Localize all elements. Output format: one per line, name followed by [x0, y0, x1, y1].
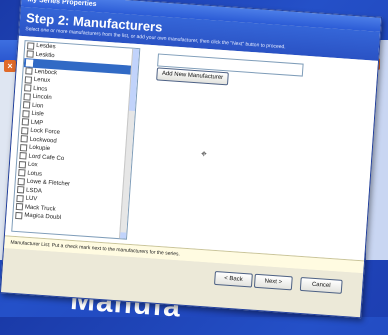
wizard-body: Lesdes Lesktlo Lenbock Lenux Lincs Lincoln Lio…	[4, 35, 379, 261]
checkbox[interactable]	[24, 75, 33, 84]
list-item-label: LUV	[25, 195, 38, 203]
manufacturer-list[interactable]: Lesdes Lesktlo Lenbock Lenux Lincs Lincoln Lio…	[11, 40, 141, 240]
back-button[interactable]: < Back	[213, 270, 253, 288]
checkbox[interactable]	[26, 50, 34, 59]
checkbox[interactable]	[22, 101, 31, 109]
checkbox[interactable]	[15, 211, 23, 220]
checkbox[interactable]	[16, 194, 24, 203]
checkbox[interactable]	[22, 109, 30, 118]
checkbox[interactable]	[25, 67, 33, 75]
list-item-label: Lokupie	[28, 144, 51, 153]
cancel-button[interactable]: Cancel	[299, 276, 343, 294]
mouse-cursor-icon: ⌖	[200, 148, 208, 161]
list-item-label: LMP	[30, 119, 44, 127]
list-item-label: Lincoln	[32, 94, 52, 102]
list-item-label: Lesdes	[36, 43, 56, 51]
checkbox[interactable]	[15, 203, 24, 211]
checkbox[interactable]	[17, 177, 25, 186]
checkbox[interactable]	[18, 169, 26, 177]
list-item-label: Lotus	[27, 170, 43, 178]
checkbox[interactable]	[24, 84, 32, 92]
checkbox[interactable]	[23, 92, 31, 101]
checkbox[interactable]	[16, 186, 25, 194]
list-item-label: Lox	[27, 161, 38, 169]
close-icon[interactable]: ×	[4, 60, 16, 72]
checkbox[interactable]	[21, 118, 30, 126]
scroll-thumb[interactable]	[128, 50, 140, 111]
checkbox[interactable]	[21, 126, 29, 135]
list-item-label: Lenbock	[34, 68, 58, 77]
scroll-down-icon[interactable]	[120, 232, 127, 239]
next-button[interactable]: Next >	[253, 273, 293, 291]
list-item-label: Lion	[31, 102, 44, 110]
checkbox[interactable]	[20, 135, 28, 143]
checkbox[interactable]	[19, 143, 28, 152]
list-item-label: LSDA	[25, 187, 42, 195]
checkbox[interactable]	[19, 152, 27, 160]
list-item-label: Lisle	[31, 111, 44, 118]
list-item-label: Lesktlo	[35, 51, 55, 59]
checkbox[interactable]	[25, 59, 34, 67]
checkbox[interactable]	[18, 160, 27, 169]
series-properties-dialog: My Series Properties Step 2: Manufacture…	[0, 0, 383, 319]
list-item-label: Lenux	[33, 77, 51, 85]
checkbox[interactable]	[26, 42, 35, 50]
list-item-label: Magica Doubl	[24, 212, 62, 222]
list-item-label: Lincs	[33, 85, 48, 93]
